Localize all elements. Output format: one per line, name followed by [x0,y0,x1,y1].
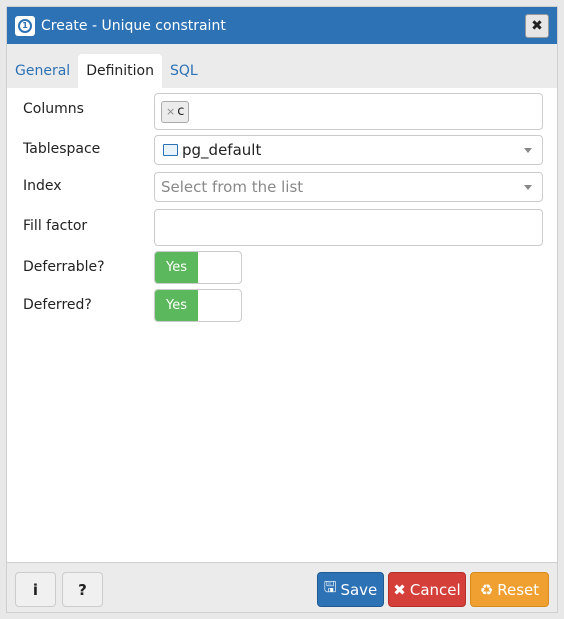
index-label: Index [23,178,62,194]
cancel-button[interactable]: ✖ Cancel [388,572,466,607]
tab-general[interactable]: General [7,54,78,88]
help-button[interactable]: ? [62,572,103,607]
folder-icon [163,144,178,156]
columns-label: Columns [23,101,84,117]
tab-bar: General Definition SQL [7,44,557,88]
index-row: Index Select from the list [7,172,557,202]
columns-row: Columns × c [7,93,557,130]
create-unique-constraint-dialog: 1 Create - Unique constraint ✖ General D… [6,6,558,613]
fill-factor-input[interactable] [154,209,543,246]
floppy-disk-icon: 🖫 [323,578,337,596]
dialog-titlebar[interactable]: 1 Create - Unique constraint ✖ [7,7,557,44]
save-button[interactable]: 🖫 Save [317,572,384,607]
fill-factor-row: Fill factor [7,209,557,246]
tab-definition[interactable]: Definition [78,54,162,88]
index-select[interactable]: Select from the list [154,172,543,202]
column-chip: × c [161,100,190,123]
cancel-label: Cancel [409,580,461,599]
tablespace-label: Tablespace [23,141,101,157]
deferred-row: Deferred? Yes [7,289,557,322]
chevron-down-icon [524,148,532,153]
index-placeholder: Select from the list [161,178,304,196]
deferrable-row: Deferrable? Yes [7,251,557,284]
unique-constraint-icon: 1 [15,15,35,36]
chip-remove-icon[interactable]: × [166,105,175,118]
fill-factor-label: Fill factor [23,218,88,234]
deferred-toggle-on: Yes [155,290,198,321]
tab-sql[interactable]: SQL [162,54,206,88]
dialog-title: Create - Unique constraint [41,17,226,34]
tablespace-select[interactable]: pg_default [154,135,543,165]
chevron-down-icon [524,185,532,190]
recycle-icon: ♻ [479,580,494,599]
deferrable-toggle[interactable]: Yes [154,251,242,284]
reset-label: Reset [497,580,540,599]
tablespace-value: pg_default [182,141,262,159]
columns-multiselect[interactable]: × c [154,93,543,130]
definition-panel: Columns × c Tablespace pg_default Index … [7,88,557,562]
chip-value: c [177,104,185,119]
save-label: Save [340,580,378,599]
deferred-toggle[interactable]: Yes [154,289,242,322]
close-icon: ✖ [393,580,406,599]
tablespace-row: Tablespace pg_default [7,135,557,165]
info-button[interactable]: i [15,572,56,607]
dialog-footer: i ? 🖫 Save ✖ Cancel ♻ Reset [7,562,557,612]
deferrable-toggle-on: Yes [155,252,198,283]
close-button[interactable]: ✖ [525,14,549,38]
reset-button[interactable]: ♻ Reset [470,572,549,607]
deferrable-label: Deferrable? [23,259,105,275]
deferred-label: Deferred? [23,297,92,313]
